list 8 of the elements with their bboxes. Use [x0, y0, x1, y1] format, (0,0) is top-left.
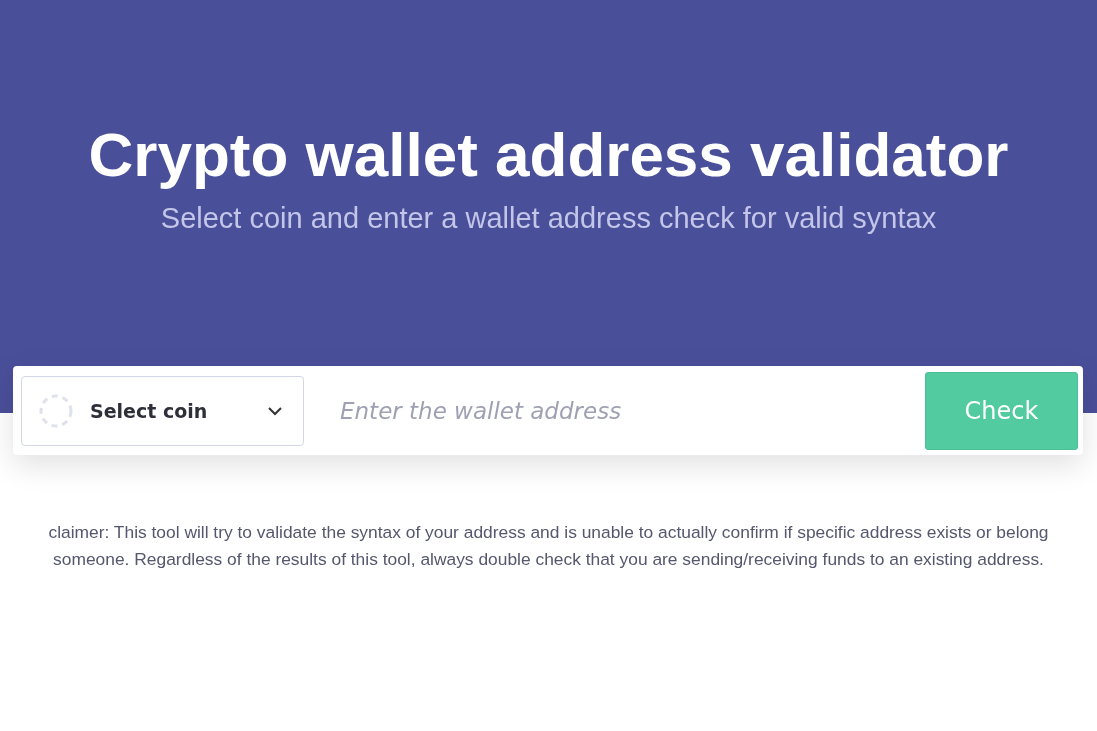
coin-select[interactable]: Select coin	[21, 375, 304, 446]
disclaimer-text: someone. Regardless of the results of this tool, always double check that you are sending/receiving funds to an existing address.	[53, 548, 1044, 571]
disclaimer-text: claimer: This tool will try to validate the syntax of your address and is unable to actually confirm if specific address exists or belong	[48, 521, 1049, 544]
page-title: Crypto wallet address validator	[88, 119, 1009, 191]
caret-icon	[267, 405, 283, 416]
coin-placeholder-icon	[38, 392, 74, 429]
page-subtitle: Select coin and enter a wallet address check for valid syntax	[160, 201, 937, 236]
address-input-bar[interactable]: Select coin Enter the wallet address Check	[13, 366, 1083, 455]
